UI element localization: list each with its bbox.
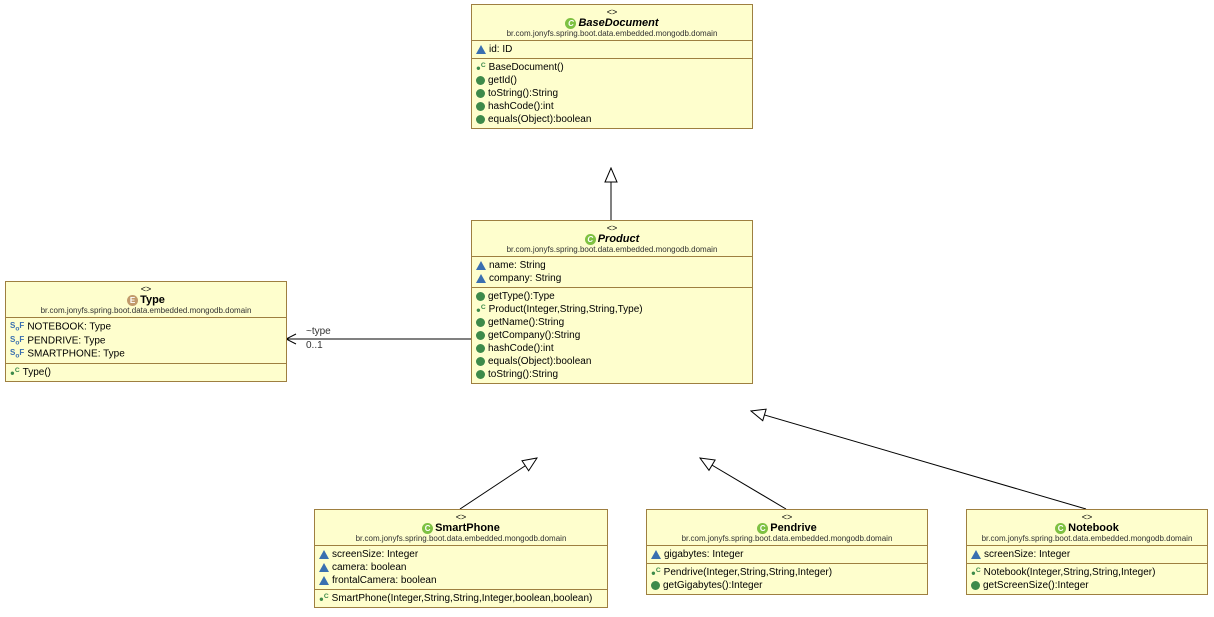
fields-section: name: Stringcompany: String (472, 257, 752, 288)
assoc-role-label: ~type (306, 326, 331, 337)
assoc-mult-label: 0..1 (306, 340, 323, 351)
gen-pendrive-product (700, 458, 786, 509)
field-row: frontalCamera: boolean (319, 574, 603, 587)
field-row: screenSize: Integer (971, 548, 1203, 561)
class-header: <>CBaseDocumentbr.com.jonyfs.spring.boot… (472, 5, 752, 41)
method-row: ●CNotebook(Integer,String,String,Integer… (971, 566, 1203, 579)
method-row: hashCode():int (476, 342, 748, 355)
method-row: toString():String (476, 368, 748, 381)
method-row: equals(Object):boolean (476, 113, 748, 126)
method-row: getCompany():String (476, 329, 748, 342)
class-header: <>CNotebookbr.com.jonyfs.spring.boot.dat… (967, 510, 1207, 546)
class-header: <>CSmartPhonebr.com.jonyfs.spring.boot.d… (315, 510, 607, 546)
field-row: camera: boolean (319, 561, 603, 574)
field-row: gigabytes: Integer (651, 548, 923, 561)
method-row: getId() (476, 74, 748, 87)
methods-section: ●CNotebook(Integer,String,String,Integer… (967, 564, 1207, 594)
method-row: ●CProduct(Integer,String,String,Type) (476, 303, 748, 316)
methods-section: ●CPendrive(Integer,String,String,Integer… (647, 564, 927, 594)
field-row: id: ID (476, 43, 748, 56)
class-header: <>CProductbr.com.jonyfs.spring.boot.data… (472, 221, 752, 257)
method-row: getType():Type (476, 290, 748, 303)
method-row: ●CPendrive(Integer,String,String,Integer… (651, 566, 923, 579)
class-Product: <>CProductbr.com.jonyfs.spring.boot.data… (471, 220, 753, 384)
field-row: name: String (476, 259, 748, 272)
method-row: ●CBaseDocument() (476, 61, 748, 74)
class-header: <>ETypebr.com.jonyfs.spring.boot.data.em… (6, 282, 286, 318)
fields-section: gigabytes: Integer (647, 546, 927, 564)
method-row: ●CSmartPhone(Integer,String,String,Integ… (319, 592, 603, 605)
class-BaseDocument: <>CBaseDocumentbr.com.jonyfs.spring.boot… (471, 4, 753, 129)
method-row: getGigabytes():Integer (651, 579, 923, 592)
methods-section: ●CSmartPhone(Integer,String,String,Integ… (315, 590, 607, 607)
methods-section: getType():Type●CProduct(Integer,String,S… (472, 288, 752, 383)
field-row: SoFPENDRIVE: Type (10, 334, 282, 348)
method-row: hashCode():int (476, 100, 748, 113)
class-SmartPhone: <>CSmartPhonebr.com.jonyfs.spring.boot.d… (314, 509, 608, 608)
method-row: ●CType() (10, 366, 282, 379)
gen-notebook-product (751, 411, 1086, 509)
fields-section: id: ID (472, 41, 752, 59)
class-Type: <>ETypebr.com.jonyfs.spring.boot.data.em… (5, 281, 287, 382)
method-row: equals(Object):boolean (476, 355, 748, 368)
gen-smartphone-product (460, 458, 537, 509)
field-row: screenSize: Integer (319, 548, 603, 561)
fields-section: SoFNOTEBOOK: TypeSoFPENDRIVE: TypeSoFSMA… (6, 318, 286, 364)
fields-section: screenSize: Integer (967, 546, 1207, 564)
methods-section: ●CType() (6, 364, 286, 381)
class-Notebook: <>CNotebookbr.com.jonyfs.spring.boot.dat… (966, 509, 1208, 595)
method-row: toString():String (476, 87, 748, 100)
fields-section: screenSize: Integercamera: booleanfronta… (315, 546, 607, 590)
method-row: getName():String (476, 316, 748, 329)
field-row: SoFNOTEBOOK: Type (10, 320, 282, 334)
method-row: getScreenSize():Integer (971, 579, 1203, 592)
methods-section: ●CBaseDocument()getId()toString():String… (472, 59, 752, 128)
field-row: company: String (476, 272, 748, 285)
class-header: <>CPendrivebr.com.jonyfs.spring.boot.dat… (647, 510, 927, 546)
field-row: SoFSMARTPHONE: Type (10, 347, 282, 361)
class-Pendrive: <>CPendrivebr.com.jonyfs.spring.boot.dat… (646, 509, 928, 595)
